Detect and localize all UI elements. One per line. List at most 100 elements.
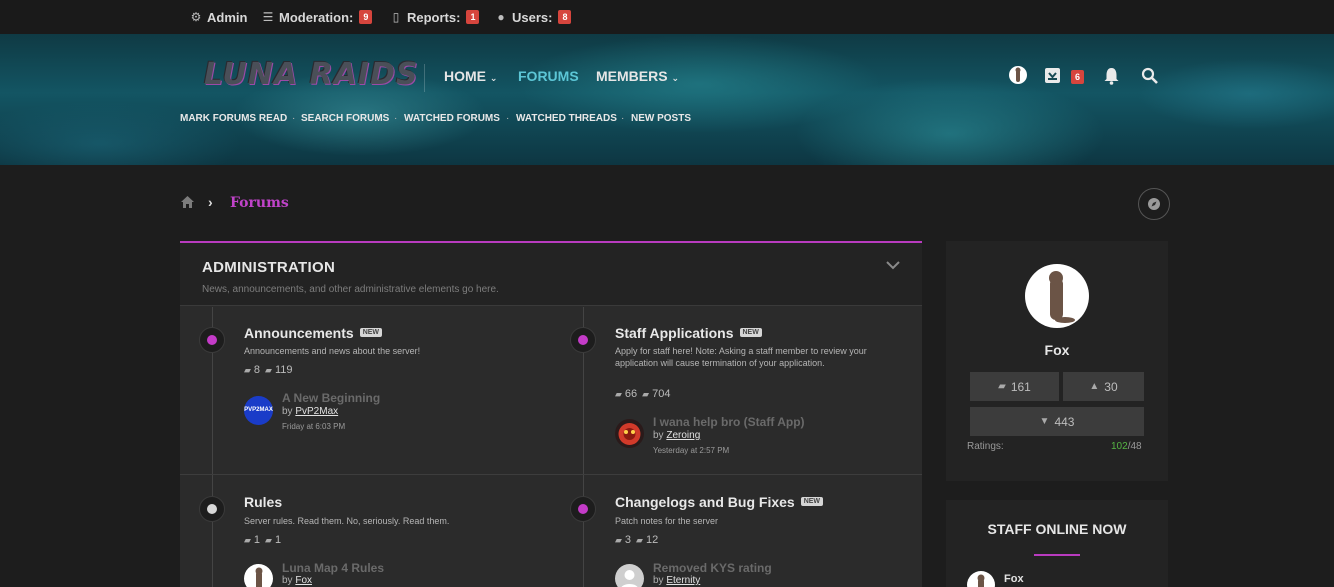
thumbs-up-icon: ▲ <box>1089 381 1100 392</box>
last-post-author: by Eternity <box>653 575 701 586</box>
forum-title-announcements[interactable]: Announcements NEW <box>244 325 383 341</box>
forum-stats: ▰ 3 ▰ 12 <box>615 534 659 546</box>
last-post-author: by Zeroing <box>653 430 701 441</box>
forum-description: Patch notes for the server <box>615 516 719 526</box>
users-label: Users: <box>512 9 553 25</box>
inbox-icon[interactable] <box>1044 67 1061 89</box>
new-tag: NEW <box>800 496 824 506</box>
nav-home[interactable]: HOME ⌄ <box>444 68 497 84</box>
nav-divider <box>424 64 425 92</box>
row-divider <box>180 474 922 475</box>
messages-icon: ▰ <box>636 534 643 545</box>
users-count-badge: 8 <box>558 10 572 24</box>
nav-forums[interactable]: FORUMS <box>518 68 579 84</box>
last-post-title[interactable]: Removed KYS rating <box>653 561 772 575</box>
admin-label: Admin <box>207 9 248 25</box>
forum-description: Apply for staff here! Note: Asking a sta… <box>615 346 867 368</box>
category-description: News, announcements, and other administr… <box>202 284 499 295</box>
avatar[interactable] <box>244 564 273 587</box>
compass-icon[interactable] <box>1138 188 1170 220</box>
author-link[interactable]: Eternity <box>666 575 700 586</box>
users-link[interactable]: ● Users: 8 <box>494 9 572 25</box>
bell-icon[interactable] <box>1103 67 1120 90</box>
avatar[interactable] <box>1025 264 1089 328</box>
forum-description: Announcements and news about the server! <box>244 346 421 356</box>
trophy-stat[interactable]: ▼ 443 <box>970 407 1144 436</box>
forum-title-staff-applications[interactable]: Staff Applications NEW <box>615 325 762 341</box>
breadcrumb-chevron-icon: › <box>208 194 213 210</box>
new-tag: NEW <box>359 327 383 337</box>
reports-label: Reports: <box>407 9 461 25</box>
site-logo[interactable]: LUNA RAIDS <box>204 57 419 92</box>
forum-status-dot <box>199 327 225 353</box>
subnav-watched-forums[interactable]: WATCHED FORUMS <box>404 113 500 124</box>
threads-icon: ▰ <box>615 388 622 399</box>
moderation-count-badge: 9 <box>359 10 373 24</box>
inbox-count-badge: 6 <box>1071 70 1085 84</box>
last-post-time[interactable]: Yesterday at 2:57 PM <box>653 446 729 455</box>
user-avatar-mini[interactable] <box>1009 66 1027 84</box>
last-post-author: by PvP2Max <box>282 406 339 417</box>
subnav-separator: · <box>621 113 625 124</box>
user-sidebar: Fox ▰ 161 ▲ 30 ▼ 443 Ratings: 102/48 <box>946 241 1168 481</box>
last-post-time[interactable]: Friday at 6:03 PM <box>282 422 345 431</box>
author-link[interactable]: Fox <box>295 575 312 586</box>
admin-link[interactable]: ⚙ Admin <box>189 9 248 25</box>
subnav-watched-threads[interactable]: WATCHED THREADS <box>516 113 617 124</box>
subnav-separator: · <box>292 113 296 124</box>
reports-count-badge: 1 <box>466 10 480 24</box>
category-title[interactable]: ADMINISTRATION <box>202 259 335 276</box>
threads-icon: ▰ <box>244 534 251 545</box>
moderation-label: Moderation: <box>279 9 354 25</box>
threads-icon: ▰ <box>244 364 251 375</box>
comment-icon: ▰ <box>998 381 1006 392</box>
collapse-icon[interactable] <box>886 257 900 273</box>
likes-stat[interactable]: ▲ 30 <box>1063 372 1144 401</box>
home-icon[interactable] <box>181 196 194 211</box>
forum-description: Server rules. Read them. No, seriously. … <box>244 516 450 526</box>
ratings-label: Ratings: <box>967 441 1004 452</box>
last-post-title[interactable]: A New Beginning <box>282 391 380 405</box>
forum-stats: ▰ 8 ▰ 119 <box>244 364 293 376</box>
subnav-search-forums[interactable]: SEARCH FORUMS <box>301 113 389 124</box>
messages-stat[interactable]: ▰ 161 <box>970 372 1059 401</box>
staff-member-name[interactable]: Fox <box>1004 573 1024 585</box>
messages-icon: ▰ <box>642 388 650 399</box>
last-post-title[interactable]: I wana help bro (Staff App) <box>653 415 805 429</box>
avatar[interactable] <box>615 564 644 587</box>
forum-status-dot <box>199 496 225 522</box>
author-link[interactable]: PvP2Max <box>295 406 338 417</box>
forum-title-rules[interactable]: Rules <box>244 494 282 510</box>
subnav-new-posts[interactable]: NEW POSTS <box>631 113 691 124</box>
chevron-down-icon: ⌄ <box>671 73 679 83</box>
category-block: ADMINISTRATION News, announcements, and … <box>180 241 922 587</box>
last-post-title[interactable]: Luna Map 4 Rules <box>282 561 384 575</box>
document-icon: ▯ <box>392 10 400 24</box>
category-header: ADMINISTRATION News, announcements, and … <box>180 243 922 306</box>
reports-link[interactable]: ▯ Reports: 1 <box>389 9 480 25</box>
site-header: LUNA RAIDS HOME ⌄ FORUMS MEMBERS ⌄ MARK … <box>0 34 1334 165</box>
nav-members[interactable]: MEMBERS ⌄ <box>596 68 679 84</box>
forum-stats: ▰ 66 ▰ 704 <box>615 388 671 400</box>
last-post-author: by Fox <box>282 575 313 586</box>
forum-status-dot <box>570 327 596 353</box>
forum-title-changelogs[interactable]: Changelogs and Bug Fixes NEW <box>615 494 824 510</box>
gear-icon: ⚙ <box>190 10 202 24</box>
forum-status-dot <box>570 496 596 522</box>
moderation-link[interactable]: ☰ Moderation: 9 <box>261 9 373 25</box>
admin-bar: ⚙ Admin ☰ Moderation: 9 ▯ Reports: 1 ● U… <box>0 0 1334 34</box>
subnav-separator: · <box>506 113 510 124</box>
subnav-separator: · <box>394 113 398 124</box>
chevron-down-icon: ⌄ <box>489 73 498 83</box>
search-icon[interactable] <box>1141 67 1159 90</box>
avatar[interactable] <box>967 571 995 587</box>
ratings-value: 102/48 <box>1111 441 1142 452</box>
subnav-mark-read[interactable]: MARK FORUMS READ <box>180 113 287 124</box>
avatar[interactable]: PVP2MAX <box>244 396 273 425</box>
forum-stats: ▰ 1 ▰ 1 <box>244 534 282 546</box>
users-icon: ● <box>497 10 505 24</box>
avatar[interactable] <box>615 419 644 448</box>
author-link[interactable]: Zeroing <box>666 430 700 441</box>
sidebar-username[interactable]: Fox <box>946 342 1168 358</box>
breadcrumb-current[interactable]: Forums <box>230 195 289 211</box>
